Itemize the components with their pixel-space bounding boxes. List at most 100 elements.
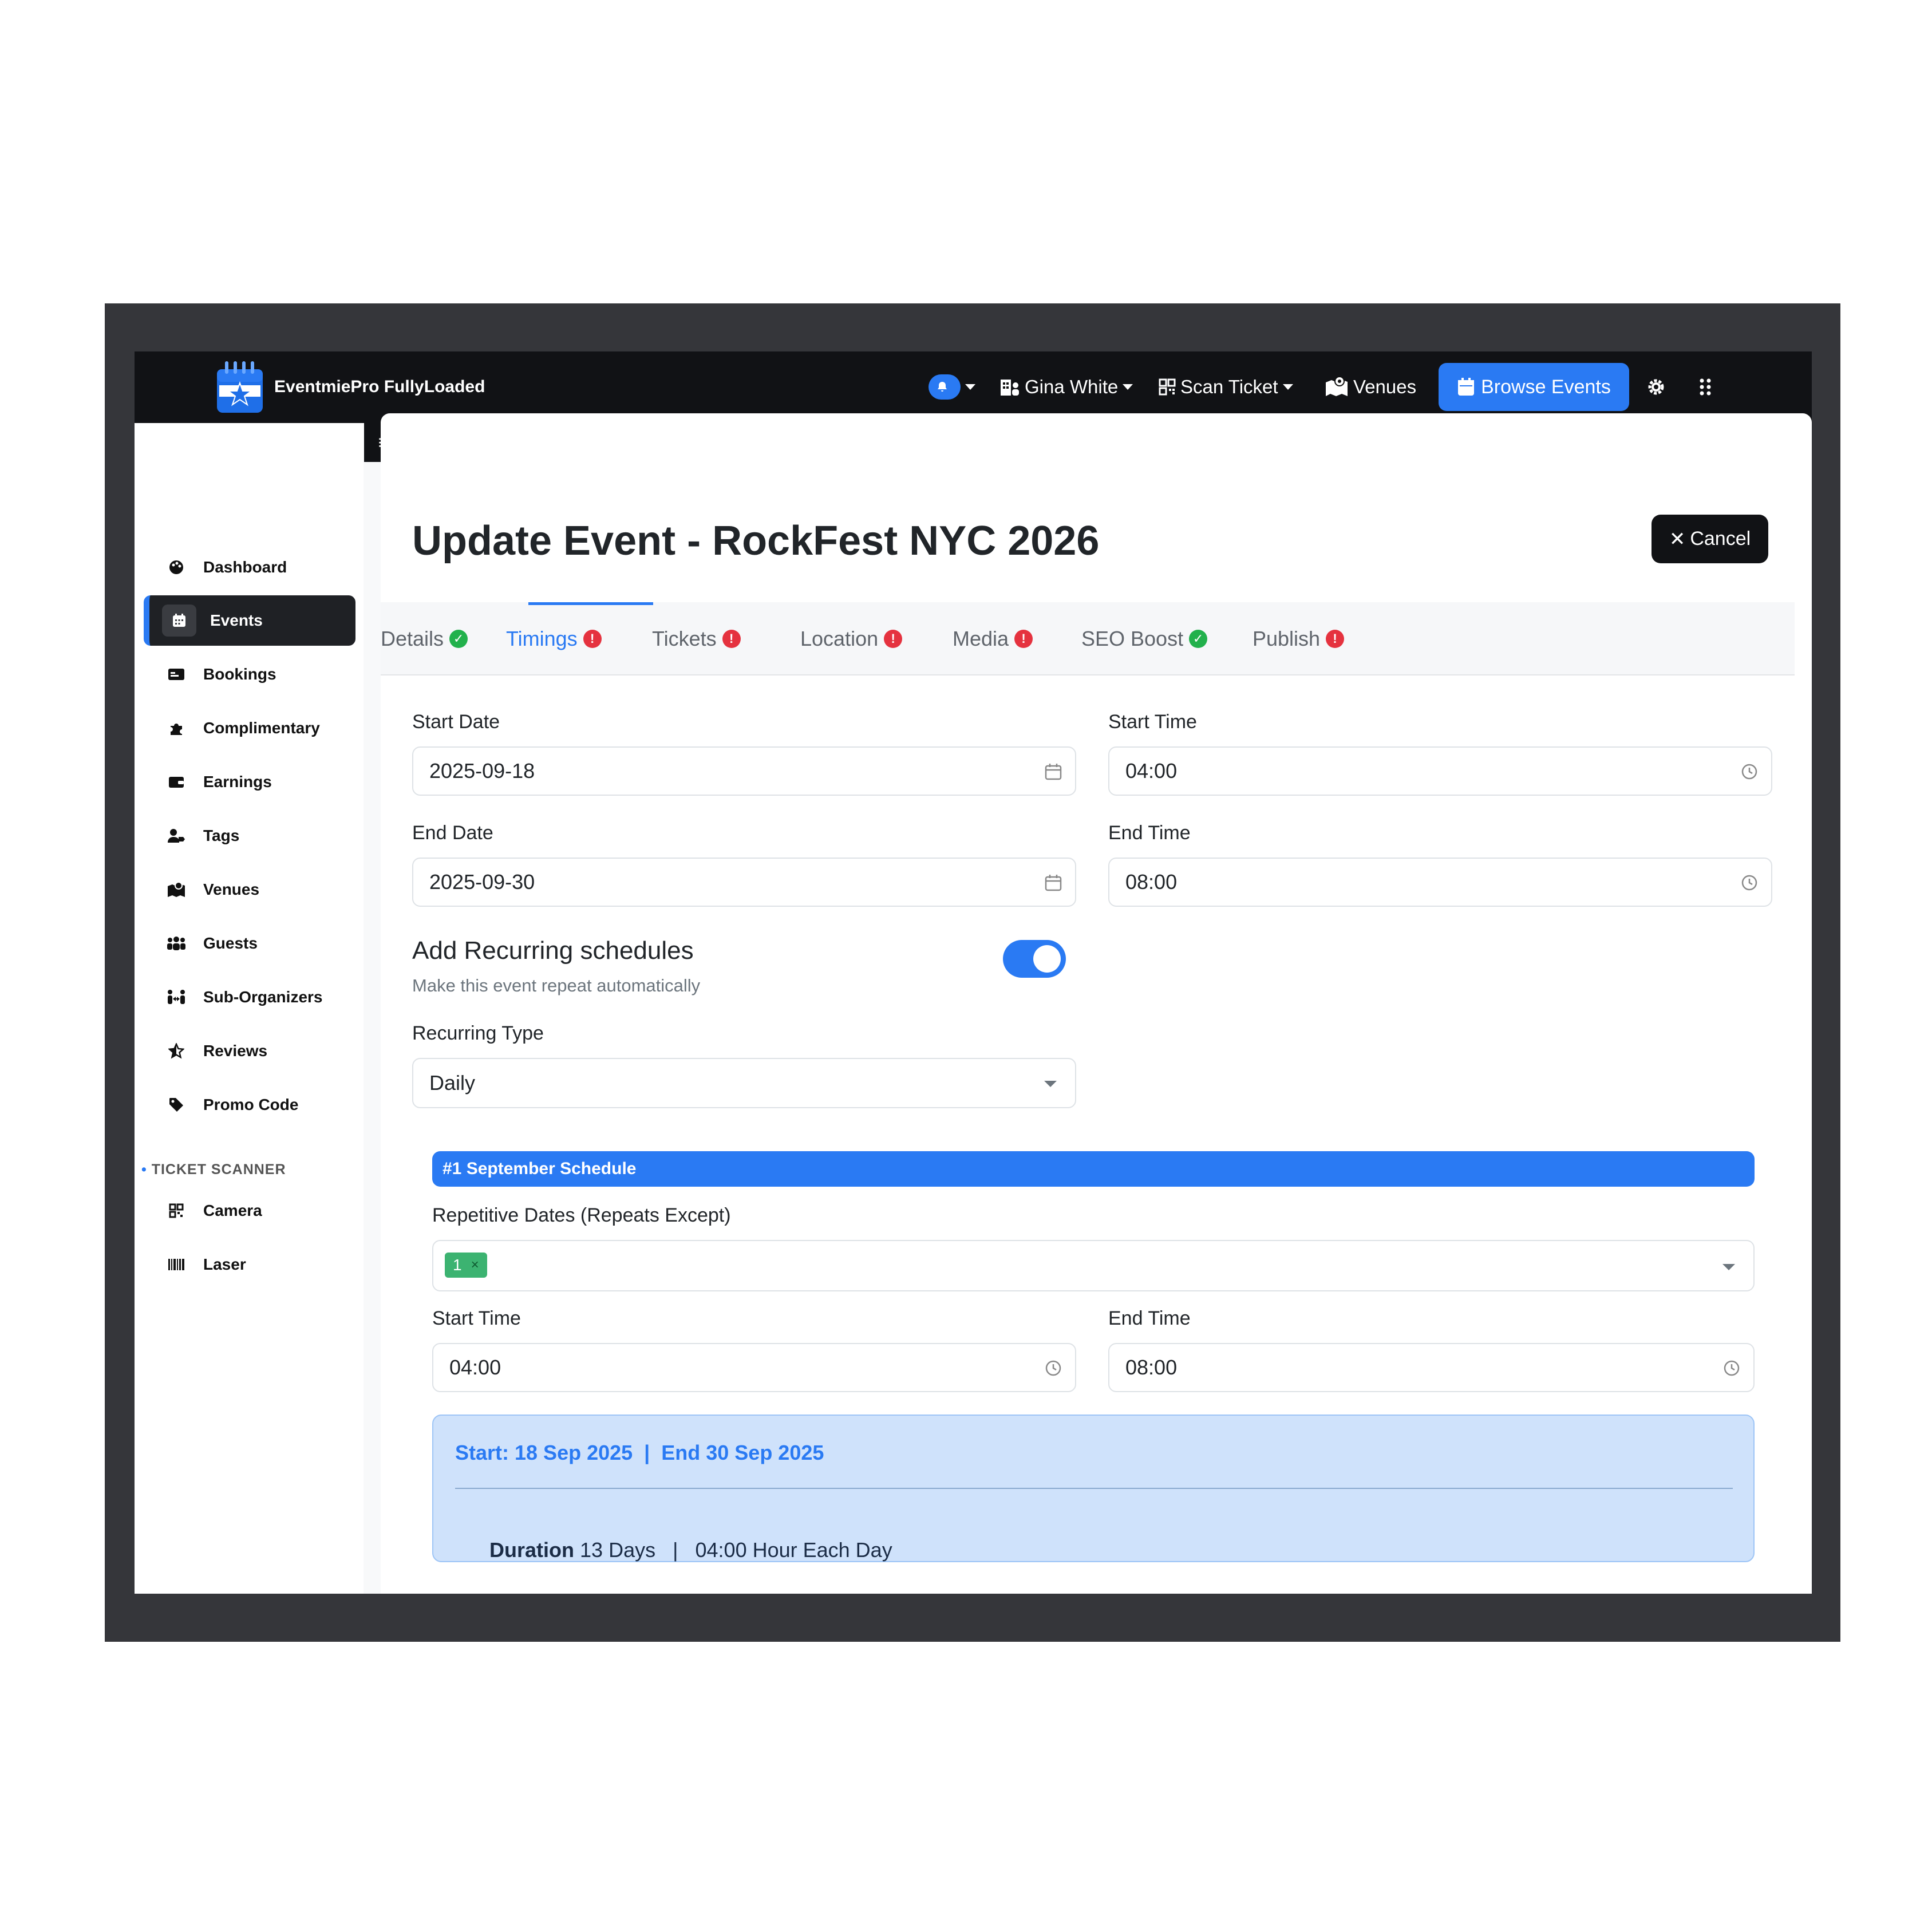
remove-chip-icon[interactable]: × (471, 1257, 479, 1273)
end-time-input[interactable]: 08:00 (1108, 858, 1772, 907)
sidebar-item-bookings[interactable]: Bookings (144, 649, 355, 700)
tab-location[interactable]: Location ! (800, 602, 903, 675)
notifications-dropdown[interactable] (929, 366, 975, 408)
sidebar-item-label: Tags (203, 827, 240, 844)
schedule-start-time-label: Start Time (432, 1307, 521, 1329)
sidebar-section-ticket-scanner: • TICKET SCANNER (141, 1161, 286, 1178)
calendar-icon (162, 605, 196, 637)
browse-events-label: Browse Events (1481, 376, 1611, 398)
schedule-summary: Start: 18 Sep 2025 | End 30 Sep 2025 Dur… (432, 1415, 1755, 1562)
schedule-start-time-input[interactable]: 04:00 (432, 1343, 1076, 1392)
browse-events-button[interactable]: Browse Events (1439, 363, 1629, 411)
recurring-toggle[interactable] (1003, 940, 1066, 978)
exclamation-circle-icon: ! (583, 630, 602, 648)
tab-details[interactable]: Details ✓ (381, 602, 468, 675)
chevron-down-icon (1282, 384, 1293, 390)
building-user-icon (1001, 380, 1019, 396)
tab-tickets[interactable]: Tickets ! (652, 602, 741, 675)
sidebar-item-promo-code[interactable]: Promo Code (144, 1080, 355, 1130)
brand[interactable]: EventmiePro FullyLoaded (216, 359, 485, 414)
sidebar-item-guests[interactable]: Guests (144, 918, 355, 969)
venues-link[interactable]: Venues (1325, 366, 1416, 408)
calendar-icon (1458, 378, 1475, 396)
form-tabs: Details ✓ Timings ! Tickets ! Location !… (381, 602, 1795, 675)
sidebar-item-camera[interactable]: Camera (144, 1186, 355, 1236)
sidebar-item-label: Sub-Organizers (203, 988, 323, 1006)
hours-each-day: 04:00 Hour Each Day (695, 1538, 892, 1562)
sidebar-item-complimentary[interactable]: Complimentary (144, 703, 355, 753)
map-location-icon (167, 880, 186, 899)
barcode-icon (167, 1255, 186, 1274)
calendar-icon (1043, 872, 1064, 893)
brand-name: EventmiePro FullyLoaded (274, 377, 485, 396)
sidebar-item-venues[interactable]: Venues (144, 864, 355, 915)
sidebar-item-reviews[interactable]: Reviews (144, 1026, 355, 1076)
sidebar-item-tags[interactable]: Tags (144, 811, 355, 861)
clock-icon (1739, 872, 1760, 893)
user-menu-dropdown[interactable]: Gina White (999, 366, 1133, 408)
clock-icon (1043, 1358, 1064, 1378)
sidebar-item-sub-organizers[interactable]: Sub-Organizers (144, 972, 355, 1022)
clock-icon (1739, 761, 1760, 782)
chevron-down-icon (1722, 1264, 1735, 1270)
sidebar-item-label: Laser (203, 1255, 246, 1273)
sidebar-item-label: Complimentary (203, 719, 320, 737)
toggle-knob (1033, 945, 1061, 973)
chevron-down-icon (965, 384, 975, 390)
sidebar-item-earnings[interactable]: Earnings (144, 757, 355, 807)
sidebar-item-label: Bookings (203, 665, 276, 683)
tab-publish[interactable]: Publish ! (1253, 602, 1345, 675)
sidebar-item-dashboard[interactable]: Dashboard (144, 542, 355, 592)
app-screen: EventmiePro FullyLoaded Gina White Scan … (135, 351, 1812, 1594)
repetitive-dates-select[interactable]: 1 × (432, 1240, 1755, 1291)
gear-icon (1648, 379, 1664, 395)
start-time-label: Start Time (1108, 711, 1197, 733)
scan-ticket-label: Scan Ticket (1180, 376, 1278, 397)
schedule-header: #1 September Schedule (432, 1151, 1755, 1187)
scan-ticket-dropdown[interactable]: Scan Ticket (1159, 366, 1293, 408)
sidebar-item-label: Dashboard (203, 558, 287, 576)
top-navbar: EventmiePro FullyLoaded Gina White Scan … (135, 351, 1812, 423)
summary-duration: Duration 13 Days | 04:00 Hour Each Day (455, 1514, 892, 1586)
sidebar-item-label: Camera (203, 1202, 262, 1219)
cancel-label: Cancel (1690, 528, 1751, 550)
tab-timings[interactable]: Timings ! (506, 602, 602, 675)
page-title: Update Event - RockFest NYC 2026 (412, 518, 1100, 564)
bell-icon (929, 374, 961, 400)
start-time-input[interactable]: 04:00 (1108, 746, 1772, 796)
repetitive-dates-label: Repetitive Dates (Repeats Except) (432, 1204, 731, 1226)
settings-button[interactable] (1646, 366, 1671, 408)
recurring-type-select[interactable]: Daily (412, 1058, 1076, 1108)
sidebar-item-events[interactable]: Events (144, 595, 355, 646)
exclamation-circle-icon: ! (722, 630, 741, 648)
recurring-title: Add Recurring schedules (412, 937, 694, 965)
venues-label: Venues (1353, 376, 1417, 397)
tab-media[interactable]: Media ! (953, 602, 1033, 675)
qrcode-icon (1159, 378, 1176, 396)
end-time-label: End Time (1108, 822, 1191, 844)
schedule-end-time-input[interactable]: 08:00 (1108, 1343, 1755, 1392)
close-icon: ✕ (1669, 528, 1686, 550)
sidebar: Dashboard Events Bookings Complimentary … (135, 423, 364, 1594)
calendar-icon (1043, 761, 1064, 782)
sidebar-item-label: Events (210, 611, 263, 629)
end-date-input[interactable]: 2025-09-30 (412, 858, 1076, 907)
map-location-icon (1326, 377, 1348, 396)
sidebar-item-laser[interactable]: Laser (144, 1239, 355, 1290)
user-tag-icon (167, 826, 186, 846)
tab-seo-boost[interactable]: SEO Boost ✓ (1081, 602, 1208, 675)
cancel-button[interactable]: ✕ Cancel (1652, 515, 1768, 563)
summary-range: Start: 18 Sep 2025 | End 30 Sep 2025 (455, 1441, 824, 1464)
apps-menu-button[interactable] (1698, 366, 1717, 408)
sidebar-item-label: Venues (203, 880, 260, 898)
recurring-type-label: Recurring Type (412, 1022, 544, 1044)
exclamation-circle-icon: ! (1014, 630, 1033, 648)
star-half-icon (167, 1041, 186, 1061)
chevron-down-icon (1123, 384, 1133, 390)
puzzle-icon (167, 718, 186, 738)
tag-icon (167, 1095, 186, 1115)
selected-date-chip[interactable]: 1 × (445, 1253, 487, 1278)
start-date-input[interactable]: 2025-09-18 (412, 746, 1076, 796)
recurring-subtitle: Make this event repeat automatically (412, 975, 701, 995)
end-date-label: End Date (412, 822, 493, 844)
